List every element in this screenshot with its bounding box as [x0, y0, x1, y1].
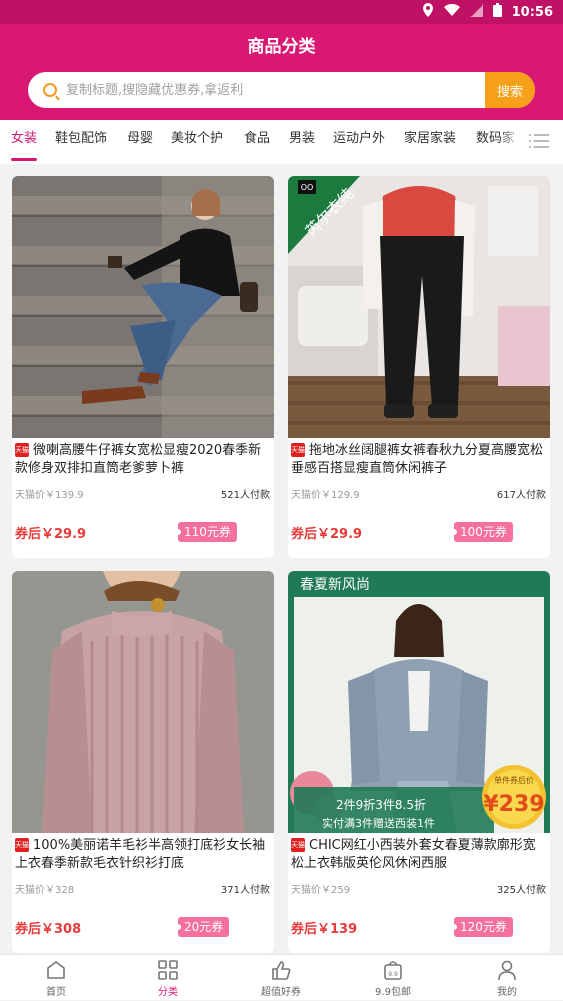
user-icon — [496, 959, 518, 981]
after-coupon-price: 券后￥139 — [291, 922, 358, 937]
price-row: 天猫价￥328 371人付款 — [15, 881, 270, 896]
thumbs-up-icon — [270, 959, 292, 981]
product-title[interactable]: 天猫 微喇高腰牛仔裤女宽松显瘦2020春季新款修身双排扣直筒老爹萝卜裤 — [15, 442, 272, 478]
tab-bags[interactable]: 鞋包配饰 — [55, 127, 107, 146]
original-price: 天猫价￥139.9 — [15, 490, 84, 501]
coupon-badge[interactable]: 100元券 — [451, 522, 513, 542]
sold-count: 325人付款 — [496, 885, 546, 896]
tab-label: 超值好券 — [261, 987, 301, 998]
page-title: 商品分类 — [247, 37, 316, 57]
search-button[interactable]: 搜索 — [485, 72, 535, 108]
tab-home[interactable]: 家居家装 — [404, 127, 456, 146]
tab-sports[interactable]: 运动户外 — [333, 127, 385, 146]
active-tab-indicator — [11, 158, 37, 161]
price-tag-label: 单件券后价 — [494, 775, 534, 785]
price-tag-value: ¥239 — [483, 792, 544, 817]
bag-icon: 9.9 — [382, 959, 404, 981]
tab-label: 我的 — [497, 987, 517, 998]
tab-label: 分类 — [158, 987, 178, 998]
product-card[interactable]: OO 芮尔衣纯 天猫 拖地冰丝阔腿裤女裤春秋九分夏高腰宽松垂感百搭显瘦直筒休闲裤子… — [288, 176, 550, 558]
product-image[interactable]: OO 芮尔衣纯 — [288, 176, 550, 438]
search-input[interactable] — [57, 72, 485, 108]
sold-count: 617人付款 — [496, 490, 546, 501]
tmall-badge: 天猫 — [15, 838, 29, 852]
product-card[interactable]: 春夏新风尚 2件9折3件8.5折 实付满3件赠送西装1件 单件券后价 ¥239 … — [288, 571, 550, 953]
tab-beauty[interactable]: 美妆个护 — [171, 127, 223, 146]
price-row: 天猫价￥139.9 521人付款 — [15, 486, 270, 501]
product-card[interactable]: 天猫 微喇高腰牛仔裤女宽松显瘦2020春季新款修身双排扣直筒老爹萝卜裤 天猫价￥1… — [12, 176, 274, 558]
original-price: 天猫价￥328 — [15, 885, 75, 896]
product-image[interactable] — [12, 176, 274, 438]
product-image[interactable]: 春夏新风尚 2件9折3件8.5折 实付满3件赠送西装1件 单件券后价 ¥239 — [288, 571, 550, 833]
after-coupon-price: 券后￥29.9 — [15, 527, 87, 542]
promo-line-2: 实付满3件赠送西装1件 — [322, 816, 435, 830]
tabs-fade — [500, 120, 520, 164]
tab-profile-nav[interactable]: 我的 — [472, 955, 542, 1001]
sold-count: 371人付款 — [220, 885, 270, 896]
tab-coupons-nav[interactable]: 超值好券 — [246, 955, 316, 1001]
tab-baby[interactable]: 母婴 — [127, 127, 153, 146]
wifi-icon — [443, 3, 460, 20]
tab-free-shipping-nav[interactable]: 9.9 9.9包邮 — [358, 955, 428, 1001]
home-icon — [45, 959, 67, 981]
promo-line-1: 2件9折3件8.5折 — [336, 797, 426, 812]
tab-label: 9.9包邮 — [375, 987, 411, 998]
grid-icon — [157, 959, 179, 981]
category-tabs: 女装 鞋包配饰 母婴 美妆个护 食品 男装 运动户外 家居家装 数码家 — [0, 120, 563, 164]
product-title[interactable]: 天猫 拖地冰丝阔腿裤女裤春秋九分夏高腰宽松垂感百搭显瘦直筒休闲裤子 — [291, 442, 548, 478]
tab-home-nav[interactable]: 首页 — [21, 955, 91, 1001]
bottom-tab-bar: 首页 分类 超值好券 9.9 9.9包邮 我的 — [0, 954, 563, 1000]
coupon-badge[interactable]: 20元券 — [174, 917, 230, 937]
tab-men[interactable]: 男装 — [289, 127, 315, 146]
after-coupon-price: 券后￥29.9 — [291, 527, 363, 542]
tmall-badge: 天猫 — [291, 443, 305, 457]
product-title[interactable]: 天猫 CHIC网红小西装外套女春夏薄款廓形宽松上衣韩版英伦风休闲西服 — [291, 837, 548, 873]
tab-category-nav[interactable]: 分类 — [133, 955, 203, 1001]
after-coupon-price: 券后￥308 — [15, 922, 82, 937]
category-menu-icon[interactable] — [529, 133, 549, 149]
tab-food[interactable]: 食品 — [244, 127, 270, 146]
status-bar: 10:56 — [0, 0, 563, 24]
banner-top-text: 春夏新风尚 — [300, 577, 370, 593]
price-row: 天猫价￥129.9 617人付款 — [291, 486, 546, 501]
svg-text:OO: OO — [301, 183, 314, 192]
price-row: 天猫价￥259 325人付款 — [291, 881, 546, 896]
search-bar: 搜索 — [28, 72, 535, 108]
original-price: 天猫价￥129.9 — [291, 490, 360, 501]
header: 商品分类 搜索 — [0, 24, 563, 120]
coupon-badge[interactable]: 120元券 — [451, 917, 513, 937]
svg-text:9.9: 9.9 — [388, 971, 398, 978]
product-title[interactable]: 天猫 100%美丽诺羊毛衫半高领打底衫女长袖上衣春季新款毛衣针织衫打底 — [15, 837, 272, 873]
tab-label: 首页 — [46, 987, 66, 998]
search-icon — [43, 83, 57, 97]
tmall-badge: 天猫 — [15, 443, 29, 457]
product-image[interactable] — [12, 571, 274, 833]
location-icon — [422, 3, 434, 21]
sold-count: 521人付款 — [220, 490, 270, 501]
tab-women[interactable]: 女装 — [11, 127, 37, 146]
coupon-badge[interactable]: 110元券 — [175, 522, 237, 542]
battery-icon — [492, 3, 502, 21]
product-card[interactable]: 天猫 100%美丽诺羊毛衫半高领打底衫女长袖上衣春季新款毛衣针织衫打底 天猫价￥3… — [12, 571, 274, 953]
signal-icon — [469, 3, 483, 21]
status-time: 10:56 — [511, 4, 553, 20]
original-price: 天猫价￥259 — [291, 885, 351, 896]
tmall-badge: 天猫 — [291, 838, 305, 852]
